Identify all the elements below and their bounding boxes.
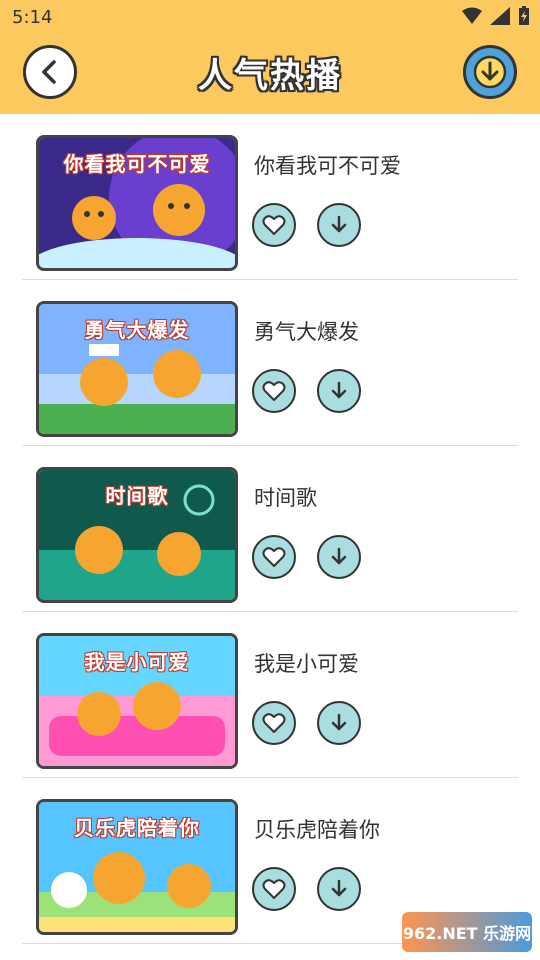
download-icon <box>331 713 347 731</box>
download-manager-button[interactable] <box>463 45 517 99</box>
list-item[interactable]: 你看我可不可爱 你看我可不可爱 <box>22 114 518 280</box>
wifi-icon <box>462 7 482 24</box>
heart-icon <box>262 215 286 235</box>
thumbnail-title: 时间歌 <box>105 484 169 508</box>
list-item[interactable]: 时间歌 时间歌 <box>22 446 518 612</box>
watermark: 962.NET 乐游网 <box>402 912 532 952</box>
song-thumbnail[interactable]: 时间歌 <box>36 467 238 603</box>
song-thumbnail[interactable]: 我是小可爱 <box>36 633 238 769</box>
download-button[interactable] <box>317 535 361 579</box>
heart-icon <box>262 879 286 899</box>
list-item[interactable]: 勇气大爆发 勇气大爆发 <box>22 280 518 446</box>
song-title[interactable]: 勇气大爆发 <box>254 316 359 346</box>
system-icons <box>462 6 530 26</box>
song-list: 你看我可不可爱 你看我可不可爱 勇气大爆发 勇气大爆发 时间歌 时间歌 我是小可… <box>0 114 540 944</box>
list-item[interactable]: 我是小可爱 我是小可爱 <box>22 612 518 778</box>
download-button[interactable] <box>317 203 361 247</box>
status-time: 5:14 <box>12 7 53 28</box>
status-bar: 5:14 <box>0 0 540 34</box>
battery-icon <box>519 6 529 25</box>
song-thumbnail[interactable]: 勇气大爆发 <box>36 301 238 437</box>
download-button[interactable] <box>317 369 361 413</box>
thumbnail-title: 勇气大爆发 <box>84 318 190 342</box>
song-title[interactable]: 时间歌 <box>254 482 317 512</box>
thumbnail-title: 我是小可爱 <box>84 650 190 674</box>
song-title[interactable]: 你看我可不可爱 <box>254 150 401 180</box>
heart-icon <box>262 547 286 567</box>
song-thumbnail[interactable]: 贝乐虎陪着你 <box>36 799 238 935</box>
download-icon <box>331 215 347 233</box>
download-icon <box>473 55 507 89</box>
download-icon <box>331 381 347 399</box>
thumbnail-title: 贝乐虎陪着你 <box>74 816 200 840</box>
download-icon <box>331 547 347 565</box>
heart-icon <box>262 713 286 733</box>
favorite-button[interactable] <box>252 535 296 579</box>
favorite-button[interactable] <box>252 867 296 911</box>
favorite-button[interactable] <box>252 369 296 413</box>
song-title[interactable]: 贝乐虎陪着你 <box>254 814 380 844</box>
favorite-button[interactable] <box>252 701 296 745</box>
favorite-button[interactable] <box>252 203 296 247</box>
song-title[interactable]: 我是小可爱 <box>254 648 359 678</box>
heart-icon <box>262 381 286 401</box>
thumbnail-title: 你看我可不可爱 <box>63 152 211 176</box>
song-thumbnail[interactable]: 你看我可不可爱 <box>36 135 238 271</box>
signal-icon <box>490 7 510 25</box>
app-header: 人气热播 <box>0 34 540 114</box>
page-title: 人气热播 <box>198 56 342 96</box>
download-button[interactable] <box>317 867 361 911</box>
download-button[interactable] <box>317 701 361 745</box>
download-icon <box>331 879 347 897</box>
